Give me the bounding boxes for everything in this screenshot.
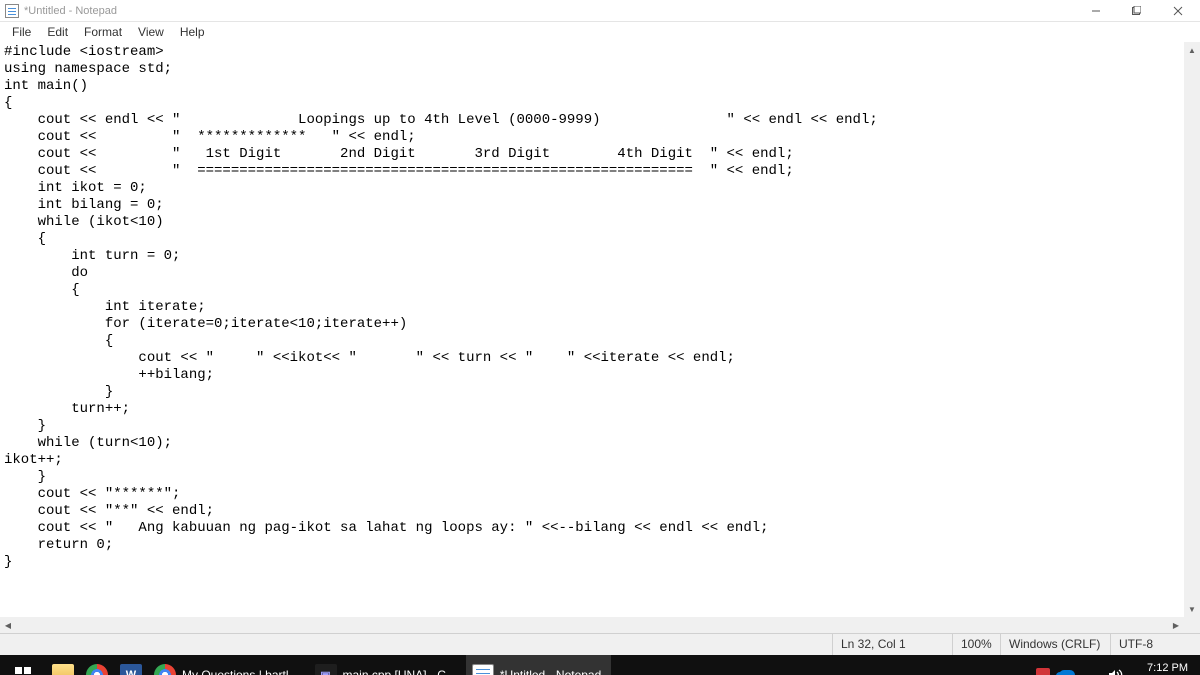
taskbar-word[interactable]: W — [114, 655, 148, 675]
menu-view[interactable]: View — [130, 23, 172, 41]
menu-format[interactable]: Format — [76, 23, 130, 41]
window-titlebar: *Untitled - Notepad — [0, 0, 1200, 22]
taskbar-clock[interactable]: 7:12 PM 5/16/2022 — [1131, 662, 1196, 675]
close-button[interactable] — [1156, 0, 1200, 22]
status-bar: Ln 32, Col 1 100% Windows (CRLF) UTF-8 — [0, 633, 1200, 655]
taskbar-task-label: *Untitled - Notepad — [500, 668, 601, 675]
scroll-up-icon[interactable]: ▲ — [1184, 42, 1200, 58]
system-tray: ︿ 7:12 PM 5/16/2022 — [1011, 655, 1200, 675]
tray-app-icon[interactable] — [1035, 667, 1051, 675]
notepad-icon — [472, 664, 494, 675]
chrome-icon — [154, 664, 176, 675]
chrome-icon — [86, 664, 108, 675]
status-encoding: UTF-8 — [1110, 634, 1200, 655]
taskbar: W My Questions | bartl... ▣ main.cpp [UN… — [0, 655, 1200, 675]
scroll-down-icon[interactable]: ▼ — [1184, 601, 1200, 617]
notepad-icon — [5, 4, 19, 18]
network-icon[interactable] — [1083, 667, 1099, 675]
window-title: *Untitled - Notepad — [24, 5, 117, 17]
scroll-right-icon[interactable]: ▶ — [1168, 617, 1184, 633]
scroll-corner — [1184, 617, 1200, 633]
file-explorer-icon — [52, 664, 74, 675]
maximize-button[interactable] — [1116, 0, 1156, 22]
taskbar-task-label: main.cpp [UNA] - C... — [343, 668, 456, 675]
minimize-button[interactable] — [1076, 0, 1116, 22]
taskbar-task-notepad[interactable]: *Untitled - Notepad — [466, 655, 611, 675]
word-icon: W — [120, 664, 142, 675]
onedrive-icon[interactable] — [1059, 667, 1075, 675]
menu-help[interactable]: Help — [172, 23, 213, 41]
menu-edit[interactable]: Edit — [39, 23, 76, 41]
tray-overflow-icon[interactable]: ︿ — [1011, 667, 1027, 675]
menu-file[interactable]: File — [4, 23, 39, 41]
menu-bar: File Edit Format View Help — [0, 22, 1200, 42]
taskbar-file-explorer[interactable] — [46, 655, 80, 675]
status-line-col: Ln 32, Col 1 — [832, 634, 952, 655]
volume-icon[interactable] — [1107, 667, 1123, 675]
status-eol: Windows (CRLF) — [1000, 634, 1110, 655]
vertical-scrollbar[interactable]: ▲ ▼ — [1184, 42, 1200, 617]
text-editor[interactable]: #include <iostream> using namespace std;… — [0, 42, 1184, 617]
taskbar-chrome[interactable] — [80, 655, 114, 675]
taskbar-task-browser[interactable]: My Questions | bartl... — [148, 655, 309, 675]
devcpp-icon: ▣ — [315, 664, 337, 675]
editor-area: #include <iostream> using namespace std;… — [0, 42, 1200, 633]
start-button[interactable] — [0, 655, 46, 675]
status-zoom: 100% — [952, 634, 1000, 655]
horizontal-scrollbar[interactable]: ◀ ▶ — [0, 617, 1184, 633]
taskbar-task-label: My Questions | bartl... — [182, 668, 299, 675]
taskbar-task-devcpp[interactable]: ▣ main.cpp [UNA] - C... — [309, 655, 466, 675]
clock-time: 7:12 PM — [1139, 662, 1188, 675]
scroll-left-icon[interactable]: ◀ — [0, 617, 16, 633]
